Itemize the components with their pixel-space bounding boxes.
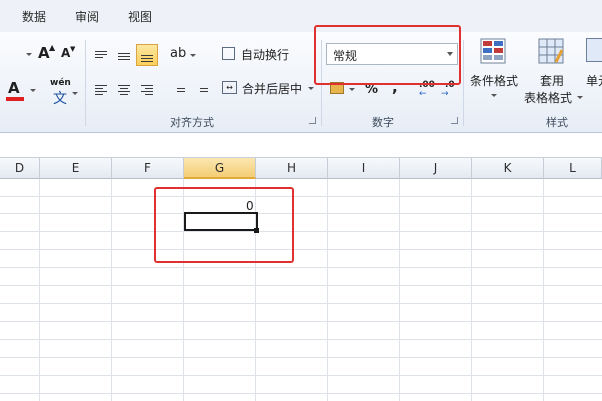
chevron-down-icon: [72, 92, 78, 95]
column-header-g[interactable]: G: [184, 158, 256, 179]
grid-row-line: [0, 196, 602, 197]
grid-row-line: [0, 285, 602, 286]
align-center-icon: [118, 85, 130, 95]
arrow-down-icon: ▼: [70, 45, 76, 53]
orientation-icon: ab: [170, 46, 187, 61]
formula-bar[interactable]: [0, 133, 602, 158]
align-left-button[interactable]: [91, 80, 111, 100]
grid-row-line: [0, 231, 602, 232]
phonetic-guide-button[interactable]: wén 文: [48, 78, 78, 107]
decrease-indent-icon: [173, 85, 185, 95]
cell-styles-icon: [586, 38, 602, 62]
format-as-table-button[interactable]: 套用 表格格式: [522, 38, 584, 105]
chevron-down-icon: [577, 96, 583, 99]
column-header-i[interactable]: I: [328, 158, 400, 179]
font-size-dropdown[interactable]: [0, 44, 34, 64]
column-header-j[interactable]: J: [400, 158, 472, 179]
grow-font-button[interactable]: A ▲: [38, 43, 58, 64]
tab-review[interactable]: 审阅: [75, 8, 99, 25]
decrease-indent-button[interactable]: [169, 80, 189, 100]
column-header-k[interactable]: K: [472, 158, 544, 179]
accounting-format-button[interactable]: [330, 82, 356, 102]
grid-row-line: [0, 339, 602, 340]
dialog-launcher-icon[interactable]: [309, 117, 316, 124]
ribbon-tab-bar: 数据 审阅 视图: [0, 0, 602, 32]
wrap-text-icon: [222, 47, 235, 60]
grid-row-line: [0, 393, 602, 394]
conditional-format-button[interactable]: 条件格式: [468, 38, 524, 104]
align-top-button[interactable]: [91, 44, 111, 64]
align-bottom-button[interactable]: [136, 44, 158, 66]
chevron-down-icon: [491, 94, 497, 97]
conditional-format-icon: [480, 38, 506, 64]
grid-row-line: [0, 375, 602, 376]
grid-row-line: [0, 303, 602, 304]
align-left-icon: [95, 85, 107, 95]
cell-styles-button[interactable]: 单元: [584, 38, 602, 88]
align-middle-button[interactable]: [114, 46, 134, 66]
arrow-up-icon: ▲: [49, 43, 56, 52]
align-middle-icon: [118, 52, 130, 60]
increase-indent-button[interactable]: [192, 80, 212, 100]
column-header-l[interactable]: L: [544, 158, 602, 179]
column-header-d[interactable]: D: [0, 158, 40, 179]
chevron-down-icon: [190, 54, 196, 57]
group-separator: [85, 40, 86, 126]
orientation-button[interactable]: ab: [170, 46, 196, 64]
grid-row-line: [0, 249, 602, 250]
grid-row-line: [0, 357, 602, 358]
table-format-icon: [538, 38, 564, 64]
number-group-label: 数字: [372, 116, 394, 129]
column-header-h[interactable]: H: [256, 158, 328, 179]
grid-row-line: [0, 213, 602, 214]
font-color-button[interactable]: A: [6, 79, 36, 102]
number-format-highlight: [314, 25, 461, 85]
align-bottom-icon: [141, 54, 153, 62]
grid-row-line: [0, 321, 602, 322]
tab-view[interactable]: 视图: [128, 8, 152, 25]
arrow-left-icon: ←: [419, 89, 427, 99]
dialog-launcher-icon[interactable]: [451, 117, 458, 124]
align-center-button[interactable]: [114, 80, 134, 100]
increase-indent-icon: [196, 85, 208, 95]
arrow-right-icon: →: [441, 89, 449, 99]
merge-center-button[interactable]: ↔ 合并后居中: [220, 80, 318, 100]
align-top-icon: [95, 50, 107, 58]
color-bar: [6, 97, 24, 101]
column-header-f[interactable]: F: [112, 158, 184, 179]
cell-highlight: [154, 187, 294, 263]
merge-center-icon: ↔: [222, 81, 237, 94]
column-header-e[interactable]: E: [40, 158, 112, 179]
align-right-icon: [141, 85, 153, 95]
alignment-group-label: 对齐方式: [170, 116, 214, 129]
chevron-down-icon: [349, 88, 355, 91]
chevron-down-icon: [308, 87, 314, 90]
align-right-button[interactable]: [137, 80, 157, 100]
group-separator: [463, 40, 464, 126]
wrap-text-button[interactable]: 自动换行: [220, 46, 316, 66]
shrink-font-button[interactable]: A ▼: [61, 45, 79, 66]
grid-row-line: [0, 267, 602, 268]
tab-data[interactable]: 数据: [22, 8, 46, 25]
chevron-down-icon: [30, 89, 36, 92]
chevron-down-icon: [26, 53, 32, 56]
styles-group-label: 样式: [546, 116, 568, 129]
